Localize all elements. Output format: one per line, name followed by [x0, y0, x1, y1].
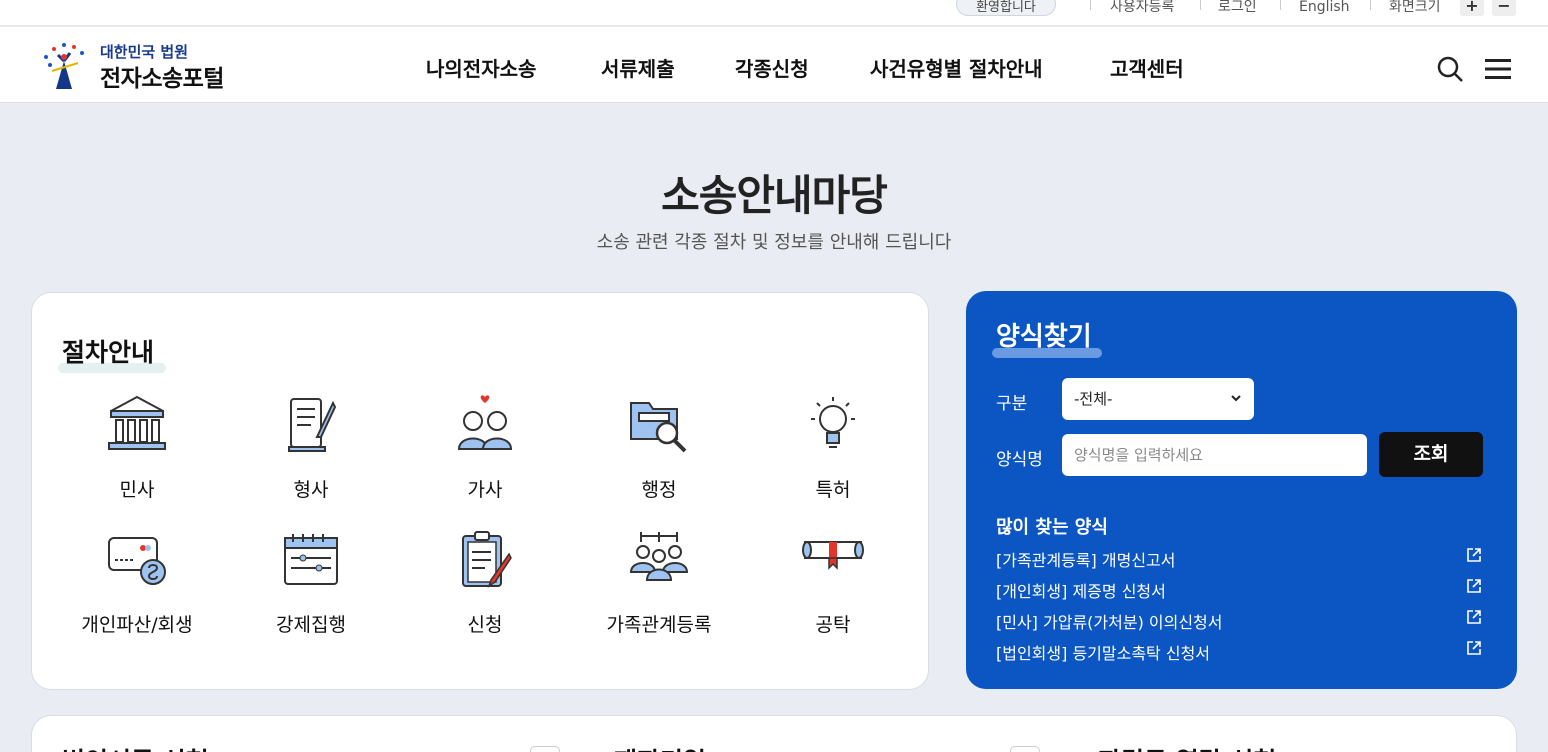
page-title: 소송안내마당 — [661, 171, 888, 220]
procedure-item-administrative[interactable]: 행정 — [589, 393, 729, 503]
procedure-guide-card: 절차안내 민사 형사 가사 행정 특허 개인파산/회생 강제집행 신청 가족관계… — [31, 292, 929, 690]
utility-bar: 환영합니다 사용자등록 로그인 English 화면크기 + − — [0, 0, 1548, 26]
procedure-item-bankruptcy[interactable]: 개인파산/회생 — [67, 528, 207, 638]
scroll-quill-icon — [288, 398, 337, 452]
divider — [1200, 0, 1201, 10]
nav-procedure-guide[interactable]: 사건유형별 절차안내 — [870, 53, 1043, 82]
popular-form-label: [개인회생] 제증명 신청서 — [996, 582, 1166, 601]
external-link-icon — [1467, 579, 1481, 593]
procedure-label: 개인파산/회생 — [81, 614, 193, 636]
card-coin-icon — [108, 537, 166, 585]
calendar-icon — [284, 534, 338, 585]
procedure-item-application[interactable]: 신청 — [415, 528, 555, 638]
popular-form-label: [법인회생] 등기말소촉탁 신청서 — [996, 644, 1211, 663]
procedure-label: 특허 — [815, 479, 851, 501]
bottom-section-title: 재판기일 — [614, 742, 706, 752]
procedure-item-family[interactable]: 가사 — [415, 393, 555, 503]
nav-customer-center[interactable]: 고객센터 — [1110, 53, 1184, 82]
popular-form-item[interactable]: [가족관계등록] 개명신고서 — [996, 547, 1486, 571]
search-button[interactable]: 조회 — [1379, 432, 1483, 477]
external-link-icon — [1467, 548, 1481, 562]
nav-document-submit[interactable]: 서류제출 — [601, 53, 675, 82]
procedure-item-family-registration[interactable]: 가족관계등록 — [589, 528, 729, 638]
procedure-title: 절차안내 — [62, 338, 155, 367]
zoom-in-button[interactable]: + — [1460, 0, 1484, 16]
search-icon[interactable] — [1436, 55, 1464, 83]
procedure-label: 강제집행 — [276, 614, 346, 636]
procedure-label: 신청 — [467, 614, 503, 636]
site-logo[interactable]: 대한민국 법원 전자소송포털 — [38, 37, 248, 93]
procedure-item-enforcement[interactable]: 강제집행 — [241, 528, 381, 638]
procedure-item-deposit[interactable]: 공탁 — [763, 528, 903, 638]
more-button[interactable] — [1010, 746, 1040, 752]
popular-forms-title: 많이 찾는 양식 — [996, 517, 1108, 538]
lightbulb-icon — [811, 397, 855, 448]
page-subtitle: 소송 관련 각종 절차 및 정보를 안내해 드립니다 — [596, 232, 952, 253]
nav-applications[interactable]: 각종신청 — [735, 53, 809, 82]
couple-icon — [457, 395, 513, 450]
procedure-item-civil[interactable]: 민사 — [67, 393, 207, 503]
zoom-label: 화면크기 — [1389, 0, 1441, 15]
welcome-badge: 환영합니다 — [956, 0, 1056, 16]
court-emblem-icon — [44, 43, 84, 89]
external-link-icon — [1467, 610, 1481, 624]
login-link[interactable]: 로그인 — [1218, 0, 1257, 17]
procedure-item-patent[interactable]: 특허 — [763, 393, 903, 503]
register-link[interactable]: 사용자등록 — [1110, 0, 1174, 17]
folder-search-icon — [630, 402, 687, 453]
chevron-down-icon — [1231, 395, 1241, 402]
header: 대한민국 법원 전자소송포털 나의전자소송 서류제출 각종신청 사건유형별 절차… — [0, 27, 1548, 103]
more-button[interactable] — [530, 746, 560, 752]
form-search-title: 양식찾기 — [996, 322, 1092, 352]
procedure-label: 형사 — [293, 479, 329, 501]
procedure-label: 공탁 — [815, 614, 851, 636]
form-name-input[interactable] — [1062, 434, 1367, 476]
popular-form-label: [민사] 가압류(가처분) 이의신청서 — [996, 613, 1223, 632]
external-link-icon — [1467, 641, 1481, 655]
english-link[interactable]: English — [1299, 0, 1350, 17]
logo-title: 전자소송포털 — [100, 66, 224, 92]
popular-form-item[interactable]: [민사] 가압류(가처분) 이의신청서 — [996, 609, 1486, 633]
procedure-label: 행정 — [641, 479, 677, 501]
form-search-card: 양식찾기 구분 -전체- 양식명 조회 많이 찾는 양식 [가족관계등록] 개명… — [966, 291, 1517, 689]
menu-icon[interactable] — [1484, 55, 1512, 83]
popular-form-item[interactable]: [개인회생] 제증명 신청서 — [996, 578, 1486, 602]
procedure-label: 가족관계등록 — [606, 614, 712, 636]
category-select[interactable]: -전체- — [1062, 378, 1254, 420]
clipboard-icon — [462, 531, 512, 588]
procedure-label: 민사 — [119, 479, 155, 501]
category-select-value: -전체- — [1074, 390, 1113, 408]
procedure-label: 가사 — [467, 479, 503, 501]
courthouse-icon — [108, 395, 166, 450]
popular-form-item[interactable]: [법인회생] 등기말소촉탁 신청서 — [996, 640, 1486, 664]
divider — [1090, 0, 1091, 10]
zoom-out-button[interactable]: − — [1492, 0, 1516, 16]
diploma-scroll-icon — [802, 541, 864, 570]
popular-form-label: [가족관계등록] 개명신고서 — [996, 551, 1176, 570]
bottom-section-title: 판결문 열람 신청 — [1098, 742, 1276, 752]
nav-my-ecourt[interactable]: 나의전자소송 — [426, 53, 536, 82]
divider — [1280, 0, 1281, 10]
family-tree-icon — [629, 532, 689, 581]
divider — [1370, 0, 1371, 10]
procedure-item-criminal[interactable]: 형사 — [241, 393, 381, 503]
bottom-section-title: 법인서류 신청 — [62, 742, 209, 752]
form-name-label: 양식명 — [996, 450, 1043, 470]
category-label: 구분 — [996, 394, 1028, 414]
bottom-card: 법인서류 신청 재판기일 판결문 열람 신청 — [31, 715, 1517, 752]
